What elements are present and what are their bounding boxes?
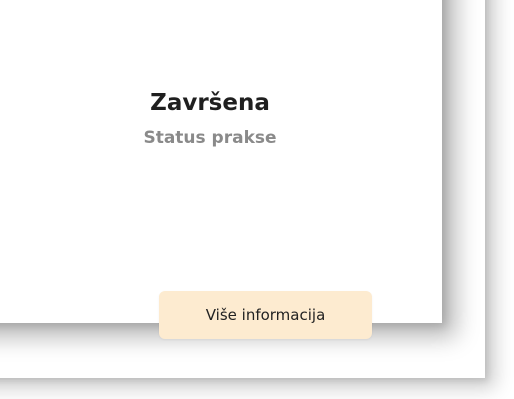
more-info-button[interactable]: Više informacija [159,291,372,339]
status-value: Završena [150,90,270,116]
stage: Završena Status prakse Više informacija [0,0,514,399]
status-block: Završena Status prakse [0,88,420,150]
status-label: Status prakse [143,128,277,148]
status-card [0,0,442,323]
